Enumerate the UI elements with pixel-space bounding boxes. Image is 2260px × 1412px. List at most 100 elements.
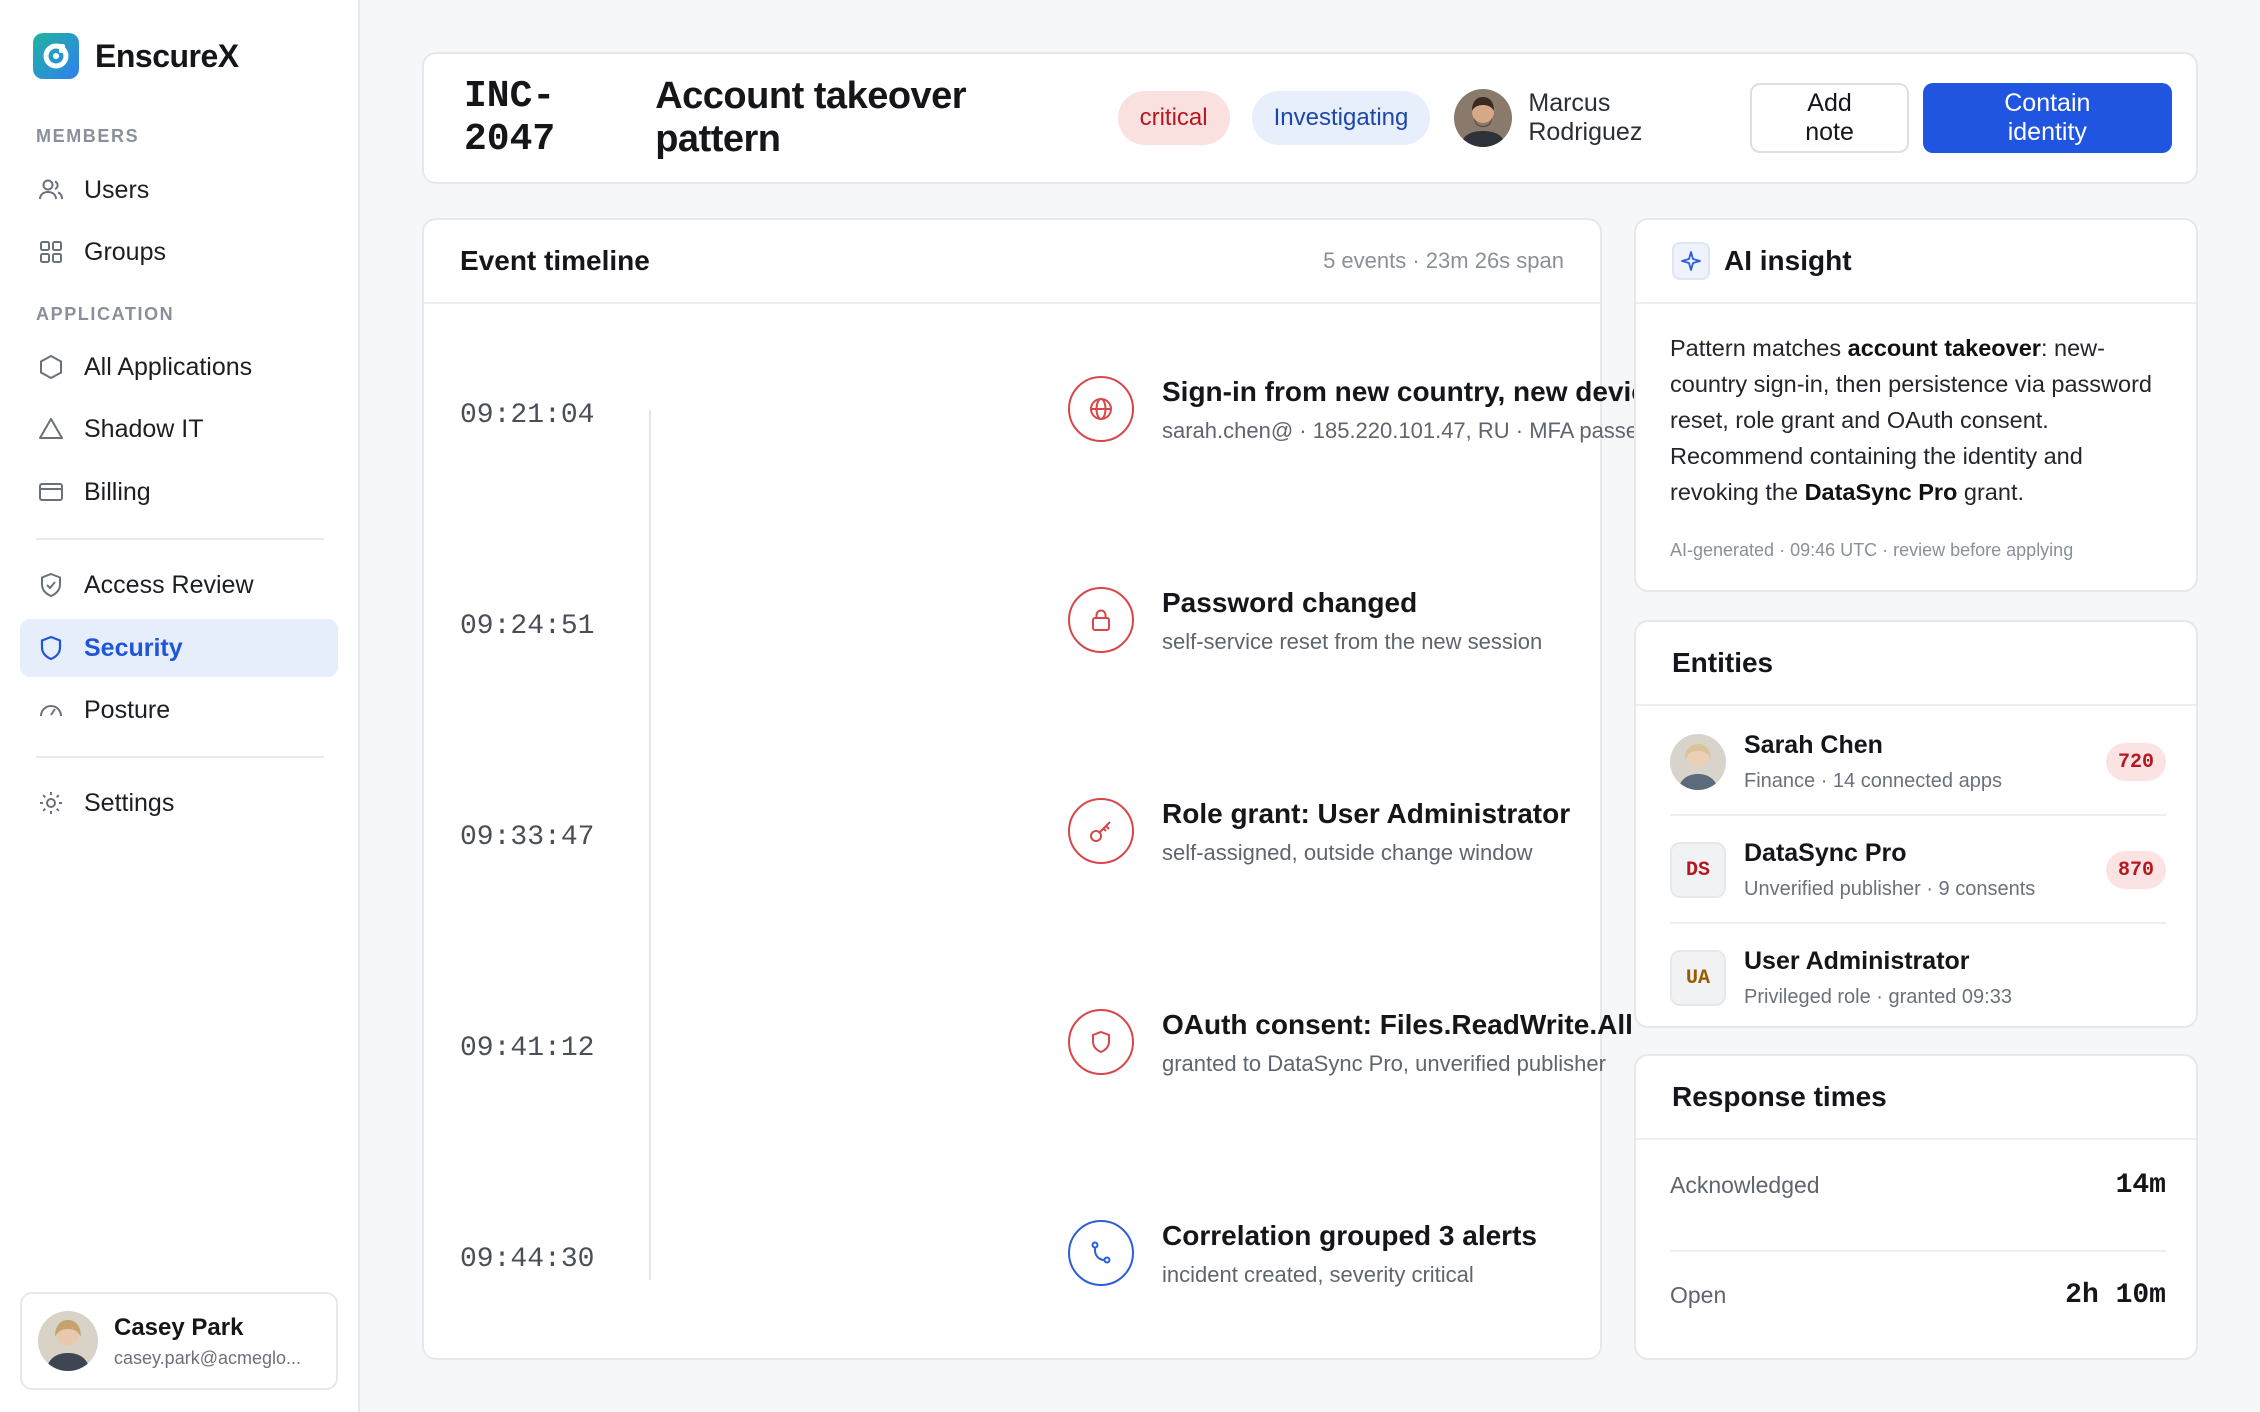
risk-score-badge: 870	[2105, 851, 2166, 889]
sidebar-item-label: Shadow IT	[84, 414, 204, 443]
response-label: Acknowledged	[1670, 1172, 1820, 1198]
timeline-event[interactable]: 09:44:30 Correlation grouped 3 alerts in…	[460, 1220, 1560, 1300]
warning-triangle-icon	[36, 414, 66, 444]
event-timeline-card: Event timeline 5 events · 23m 26s span 0…	[422, 218, 1738, 1360]
assignee[interactable]: Marcus Rodriguez	[1454, 89, 1726, 147]
sidebar-item-users[interactable]: Users	[20, 161, 338, 219]
sidebar-item-label: Users	[84, 175, 150, 204]
assignee-name: Marcus Rodriguez	[1528, 89, 1643, 146]
event-title: Correlation grouped 3 alerts	[1162, 1220, 1537, 1251]
entity-row[interactable]: Sarah Chen Finance · 14 connected apps 7…	[1670, 708, 2166, 816]
timeline-event[interactable]: 09:41:12 OAuth consent: Files.ReadWrite.…	[460, 1009, 1633, 1089]
ai-insight-text: Pattern matches account takeover: new-co…	[1670, 335, 2152, 505]
risk-score-badge: 720	[2105, 743, 2166, 781]
lock-icon	[1068, 587, 1134, 653]
sidebar-item-settings[interactable]: Settings	[20, 774, 338, 832]
sidebar-item-posture[interactable]: Posture	[20, 681, 338, 739]
nav-divider	[36, 756, 324, 758]
sidebar-item-shadow-it[interactable]: Shadow IT	[20, 400, 338, 458]
event-timeline-title: Event timeline	[460, 245, 650, 276]
sidebar-item-security[interactable]: Security	[20, 619, 338, 677]
sidebar-item-billing[interactable]: Billing	[20, 463, 338, 521]
entity-row[interactable]: UA User Administrator Privileged role · …	[1670, 924, 2166, 1032]
response-divider	[1670, 1250, 2166, 1252]
sidebar: EnscureX MEMBERS Users Groups APPLICATIO…	[0, 0, 360, 1412]
current-user-email: casey.park@acmeglo...	[114, 1347, 302, 1368]
status-badge[interactable]: Investigating	[1251, 91, 1431, 145]
gauge-icon	[36, 695, 66, 725]
entity-name: DataSync Pro	[1744, 839, 1907, 867]
event-detail: self-service reset from the new session	[1162, 629, 1543, 654]
ai-insight-header: AI insight	[1636, 220, 2196, 304]
merge-icon	[1068, 1220, 1134, 1286]
shield-icon	[36, 633, 66, 663]
brand-logo-icon	[33, 33, 79, 79]
credit-card-icon	[36, 477, 66, 507]
add-note-button[interactable]: Add note	[1750, 83, 1909, 153]
sidebar-item-label: Posture	[84, 695, 171, 724]
avatar	[1454, 89, 1513, 147]
grid-icon	[36, 237, 66, 267]
event-title: Sign-in from new country, new device	[1162, 376, 1663, 407]
ai-insight-title: AI insight	[1724, 245, 1852, 276]
response-label: Open	[1670, 1282, 1727, 1308]
sidebar-item-label: Billing	[84, 477, 151, 506]
sidebar-item-groups[interactable]: Groups	[20, 223, 338, 281]
event-time: 09:44:30	[460, 1244, 595, 1275]
response-value: 2h 10m	[2065, 1280, 2166, 1311]
nav-divider	[36, 538, 324, 540]
ai-insight-footnote: AI-generated · 09:46 UTC · review before…	[1670, 540, 2074, 560]
entity-initials-badge: UA	[1670, 950, 1726, 1006]
response-row-open: Open 2h 10m	[1670, 1280, 2166, 1311]
event-time: 09:41:12	[460, 1033, 595, 1064]
entity-detail: Finance · 14 connected apps	[1744, 770, 2002, 792]
current-user-name: Casey Park	[114, 1313, 244, 1341]
sidebar-item-all-applications[interactable]: All Applications	[20, 338, 338, 396]
person-avatar	[1670, 734, 1726, 790]
sparkle-icon	[1672, 242, 1710, 280]
sidebar-item-label: Security	[84, 633, 183, 662]
nav-section-members: MEMBERS	[36, 126, 140, 146]
response-times-title: Response times	[1672, 1081, 1887, 1112]
incident-title: Account takeover pattern	[655, 75, 967, 160]
sidebar-item-access-review[interactable]: Access Review	[20, 556, 338, 614]
brand-name: EnscureX	[95, 37, 239, 74]
event-title: Password changed	[1162, 587, 1418, 618]
sidebar-item-label: Groups	[84, 237, 166, 266]
sidebar-item-label: Access Review	[84, 570, 254, 599]
entity-detail: Unverified publisher · 9 consents	[1744, 878, 2036, 900]
avatar	[38, 1311, 98, 1371]
key-icon	[1068, 798, 1134, 864]
entities-card: Entities Sarah Chen Finance · 14 connect…	[1634, 620, 2198, 1028]
brand[interactable]: EnscureX	[33, 33, 239, 79]
incident-id: INC-2047	[464, 75, 556, 161]
response-value: 14m	[2115, 1170, 2166, 1201]
entity-row[interactable]: DS DataSync Pro Unverified publisher · 9…	[1670, 816, 2166, 924]
entities-title: Entities	[1672, 647, 1774, 678]
timeline-event[interactable]: 09:24:51 Password changed self-service r…	[460, 587, 1560, 667]
contain-identity-button[interactable]: Contain identity	[1922, 83, 2172, 153]
event-time: 09:33:47	[460, 822, 595, 853]
shield-check-icon	[36, 570, 66, 600]
incident-header: INC-2047 Account takeover pattern critic…	[422, 52, 2198, 184]
entity-name: Sarah Chen	[1744, 731, 1883, 759]
event-timeline-header: Event timeline 5 events · 23m 26s span	[424, 220, 1600, 304]
event-detail: granted to DataSync Pro, unverified publ…	[1162, 1051, 1606, 1076]
timeline-event[interactable]: 09:33:47 Role grant: User Administrator …	[460, 798, 1570, 878]
event-time: 09:24:51	[460, 611, 595, 642]
entities-header: Entities	[1636, 622, 2196, 706]
entity-name: User Administrator	[1744, 947, 1970, 975]
response-times-header: Response times	[1636, 1056, 2196, 1140]
gear-icon	[36, 788, 66, 818]
entity-detail: Privileged role · granted 09:33	[1744, 986, 2012, 1008]
response-row-acknowledged: Acknowledged 14m	[1670, 1170, 2166, 1201]
timeline-event[interactable]: 09:21:04 Sign-in from new country, new d…	[460, 376, 1738, 456]
event-timeline-meta: 5 events · 23m 26s span	[1323, 248, 1564, 273]
sidebar-item-label: Settings	[84, 788, 175, 817]
ai-insight-card: AI insight Pattern matches account takeo…	[1634, 218, 2198, 592]
current-user-card[interactable]: Casey Park casey.park@acmeglo...	[20, 1292, 338, 1390]
severity-badge[interactable]: critical	[1117, 91, 1230, 145]
hexagon-icon	[36, 352, 66, 382]
event-title: Role grant: User Administrator	[1162, 798, 1571, 829]
users-icon	[36, 175, 66, 205]
